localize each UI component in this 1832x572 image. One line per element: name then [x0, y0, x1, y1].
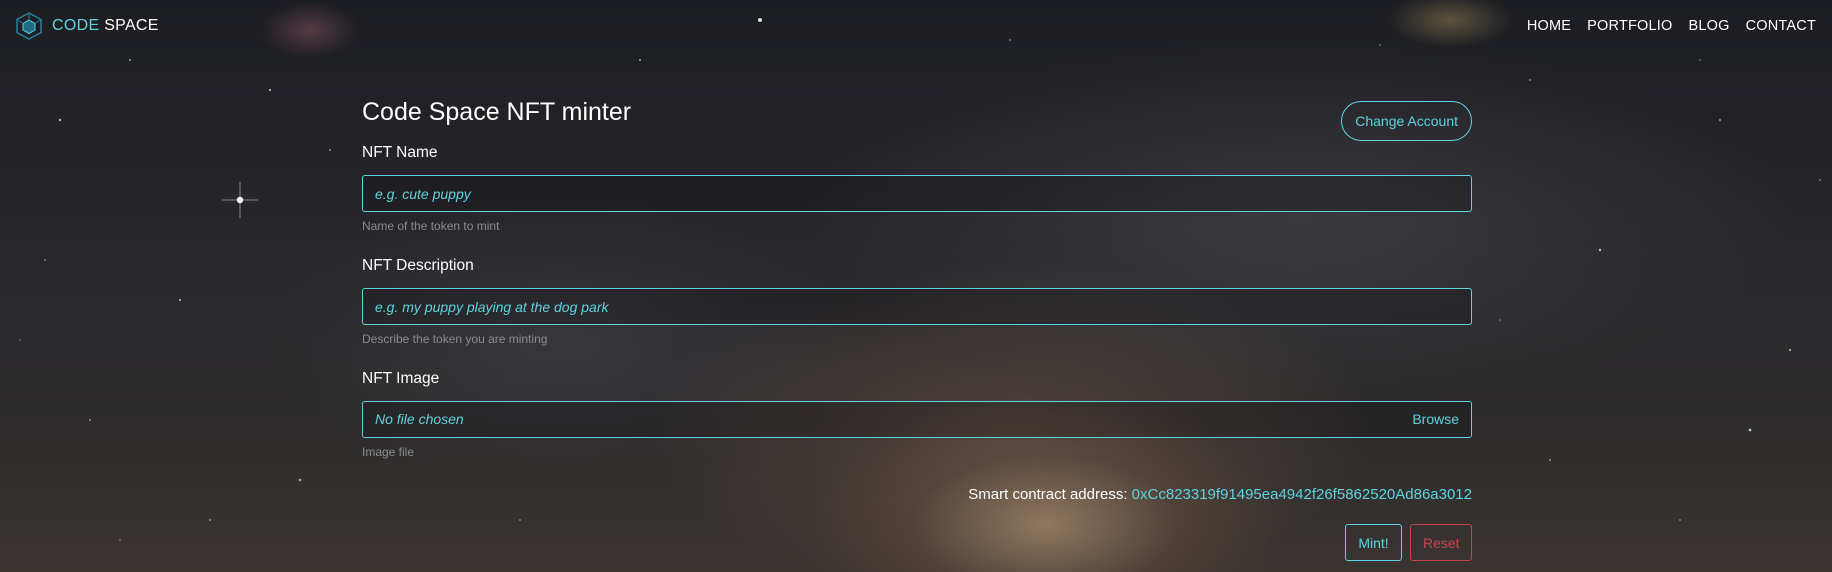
reset-button[interactable]: Reset [1410, 524, 1472, 561]
nft-name-input[interactable] [362, 175, 1472, 212]
change-account-button[interactable]: Change Account [1341, 101, 1472, 141]
nft-name-label: NFT Name [362, 144, 438, 161]
smart-contract-address-link[interactable]: 0xCc823319f91495ea4942f26f5862520Ad86a30… [1132, 486, 1472, 503]
nav-link-contact[interactable]: CONTACT [1746, 18, 1816, 34]
mint-button[interactable]: Mint! [1345, 524, 1402, 561]
nav-link-home[interactable]: HOME [1527, 18, 1571, 34]
nav-link-portfolio[interactable]: PORTFOLIO [1587, 18, 1672, 34]
smart-contract-info: Smart contract address: 0xCc823319f91495… [968, 486, 1472, 503]
page-title: Code Space NFT minter [362, 98, 632, 126]
browse-button[interactable]: Browse [1412, 402, 1459, 437]
brand-name: CODE SPACE [52, 17, 159, 35]
nft-image-file-input[interactable]: No file chosen Browse [362, 401, 1472, 438]
file-status-text: No file chosen [375, 411, 464, 427]
brand-code-text: CODE [52, 17, 100, 34]
cube-logo-icon [16, 12, 42, 40]
nav-links: HOME PORTFOLIO BLOG CONTACT [1527, 18, 1816, 34]
nft-description-help: Describe the token you are minting [362, 332, 548, 346]
nft-name-help: Name of the token to mint [362, 219, 500, 233]
nft-description-label: NFT Description [362, 257, 474, 274]
top-navbar: CODE SPACE HOME PORTFOLIO BLOG CONTACT [0, 0, 1832, 54]
nft-description-input[interactable] [362, 288, 1472, 325]
smart-contract-label: Smart contract address: [968, 486, 1128, 503]
brand-home-link[interactable]: CODE SPACE [14, 11, 159, 41]
starfield-background [19, 18, 1821, 541]
nft-image-label: NFT Image [362, 370, 440, 387]
brand-space-text: SPACE [104, 17, 159, 34]
nft-image-help: Image file [362, 445, 415, 459]
nav-link-blog[interactable]: BLOG [1689, 18, 1730, 34]
